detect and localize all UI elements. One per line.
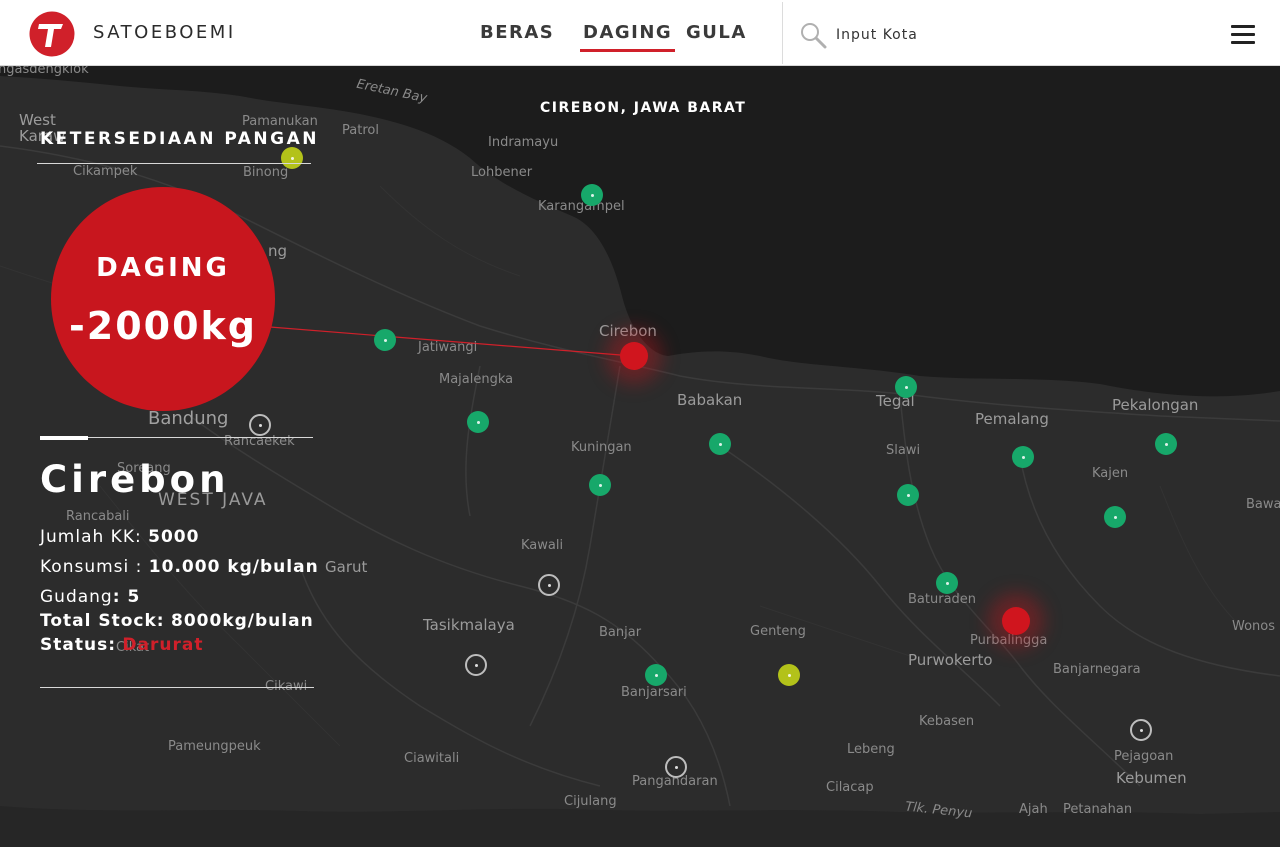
place-label: Bandung: [148, 408, 229, 429]
map-marker-gray[interactable]: [249, 414, 271, 436]
place-label: Petanahan: [1063, 802, 1133, 817]
top-navbar: SATOEBOEMI BERAS DAGING GULA: [0, 0, 1280, 66]
map-area[interactable]: ngasdengklok West Karaw Pamanukan Patrol…: [0, 66, 1280, 847]
map-marker-yellow[interactable]: [778, 664, 800, 686]
panel-divider: [37, 163, 311, 164]
stat-label: Total Stock:: [40, 611, 165, 631]
map-marker-green[interactable]: [709, 433, 731, 455]
hamburger-menu-icon[interactable]: [1231, 25, 1255, 45]
bubble-category: DAGING: [96, 253, 230, 283]
place-label: Purbalingga: [970, 633, 1048, 648]
place-label: Kebumen: [1116, 769, 1187, 787]
place-label: Majalengka: [439, 372, 514, 387]
tab-gula[interactable]: GULA: [686, 22, 747, 43]
map-marker-red-purbalingga[interactable]: [1002, 607, 1030, 635]
place-label: Bawa: [1246, 497, 1280, 512]
panel-title: KETERSEDIAAN PANGAN: [40, 129, 319, 149]
bubble-value: -2000kg: [68, 304, 257, 348]
map-marker-yellow[interactable]: [281, 147, 303, 169]
stat-stock: Total Stock: 8000kg/bulan: [40, 611, 314, 631]
map-marker-green[interactable]: [374, 329, 396, 351]
city-name: Cirebon: [40, 458, 230, 501]
place-label: ngasdengklok: [0, 66, 89, 77]
place-label: Cikampek: [73, 164, 138, 179]
satoeboemi-logo[interactable]: [29, 11, 75, 57]
place-label: Pejagoan: [1114, 749, 1174, 764]
place-label: Karangampel: [538, 199, 625, 214]
stat-label: Konsumsi :: [40, 557, 143, 577]
place-label: Purwokerto: [908, 651, 993, 669]
tab-beras[interactable]: BERAS: [480, 22, 554, 43]
stat-label: Jumlah KK:: [40, 527, 142, 547]
place-label: Cirebon: [599, 322, 657, 340]
place-label: Kawali: [521, 538, 564, 553]
stat-value: : 5: [112, 587, 141, 607]
stat-value: 8000kg/bulan: [171, 611, 314, 631]
map-background: [0, 66, 1280, 847]
map-marker-gray[interactable]: [465, 654, 487, 676]
map-marker-gray[interactable]: [665, 756, 687, 778]
map-marker-green[interactable]: [589, 474, 611, 496]
status-value: Darurat: [122, 635, 204, 655]
map-marker-green[interactable]: [1104, 506, 1126, 528]
nav-divider: [782, 2, 783, 64]
map-marker-green[interactable]: [897, 484, 919, 506]
city-search-input[interactable]: [836, 24, 1016, 46]
place-label: Ciawitali: [404, 751, 460, 766]
place-label: Rancabali: [66, 509, 130, 524]
place-label: Jatiwangi: [418, 340, 478, 355]
map-marker-green[interactable]: [1012, 446, 1034, 468]
place-label: Indramayu: [488, 135, 559, 150]
place-label: Wonos: [1232, 619, 1276, 634]
place-label: Cilacap: [826, 780, 874, 795]
stat-gudang: Gudang: 5: [40, 587, 140, 607]
stat-label: Status:: [40, 635, 116, 655]
stat-value: 5000: [148, 527, 200, 547]
place-label: Banjarsari: [621, 685, 687, 700]
place-label: Pekalongan: [1112, 396, 1199, 414]
region-title: CIREBON, JAWA BARAT: [540, 100, 747, 116]
place-label: Pemalang: [975, 410, 1049, 428]
place-label: Baturaden: [908, 592, 977, 607]
map-marker-red-cirebon[interactable]: [620, 342, 648, 370]
stat-konsumsi: Konsumsi : 10.000 kg/bulan: [40, 557, 319, 577]
place-label: Kajen: [1092, 466, 1129, 481]
stat-kk: Jumlah KK: 5000: [40, 527, 199, 547]
map-marker-gray[interactable]: [538, 574, 560, 596]
place-label: Lohbener: [471, 165, 533, 180]
place-label: Garut: [325, 558, 368, 576]
place-label: Pameungpeuk: [168, 739, 261, 754]
place-label: Lebeng: [847, 742, 895, 757]
map-marker-green[interactable]: [895, 376, 917, 398]
panel-divider: [40, 687, 314, 688]
stat-status: Status: Darurat: [40, 635, 203, 655]
stat-value: 10.000 kg/bulan: [148, 557, 319, 577]
place-label: Kebasen: [919, 714, 975, 729]
brand-name[interactable]: SATOEBOEMI: [93, 22, 236, 43]
map-marker-green[interactable]: [936, 572, 958, 594]
map-marker-green[interactable]: [467, 411, 489, 433]
place-label: Cijulang: [564, 794, 617, 809]
place-label: Pamanukan: [242, 114, 318, 129]
place-label: Babakan: [677, 391, 743, 409]
shortage-bubble[interactable]: DAGING -2000kg: [51, 187, 275, 411]
place-label: Binong: [243, 165, 289, 180]
map-marker-green[interactable]: [581, 184, 603, 206]
place-label: Patrol: [342, 123, 379, 138]
map-marker-gray[interactable]: [1130, 719, 1152, 741]
place-label: Slawi: [886, 443, 921, 458]
place-label: Banjar: [599, 625, 642, 640]
place-label: Banjarnegara: [1053, 662, 1141, 677]
search-icon[interactable]: [799, 21, 827, 49]
place-label: Ajah: [1019, 802, 1048, 817]
map-marker-green[interactable]: [1155, 433, 1177, 455]
tab-daging[interactable]: DAGING: [579, 22, 676, 52]
map-marker-green[interactable]: [645, 664, 667, 686]
stat-label: Gudang: [40, 587, 113, 607]
panel-divider-accent: [40, 436, 88, 440]
place-label: Tasikmalaya: [423, 616, 515, 634]
place-label: Genteng: [750, 624, 806, 639]
place-label: Kuningan: [571, 440, 632, 455]
